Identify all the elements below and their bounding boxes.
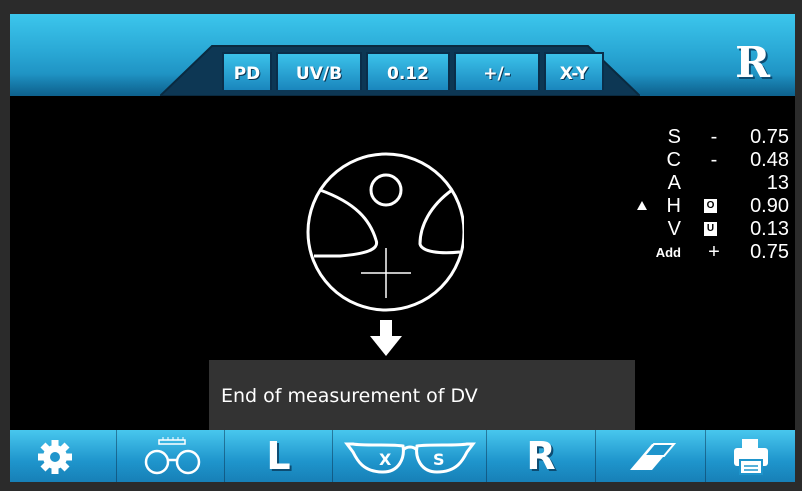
device-frame: PD UV/B 0.12 +/- X-Y R S - 0.75 C - 0.48… bbox=[0, 0, 802, 491]
lens-letter-left: X bbox=[379, 450, 392, 469]
progressive-lens-diagram bbox=[306, 152, 464, 312]
tab-threshold[interactable]: 0.12 bbox=[366, 52, 450, 90]
side-indicator: R bbox=[735, 38, 770, 87]
tab-uvb[interactable]: UV/B bbox=[276, 52, 362, 90]
status-message: End of measurement of DV bbox=[209, 360, 635, 433]
printer-icon bbox=[734, 439, 768, 475]
top-bar: PD UV/B 0.12 +/- X-Y R bbox=[10, 14, 795, 96]
tab-pd[interactable]: PD bbox=[222, 52, 272, 90]
clear-button[interactable] bbox=[596, 430, 706, 482]
gear-icon bbox=[38, 440, 72, 474]
settings-button[interactable] bbox=[10, 430, 117, 482]
pd-measure-button[interactable] bbox=[117, 430, 225, 482]
right-lens-button[interactable]: R bbox=[487, 430, 596, 482]
pd-ruler-glasses-icon bbox=[144, 437, 201, 475]
prism-base-out-badge: O bbox=[704, 199, 717, 213]
reading-sphere: S - 0.75 bbox=[667, 126, 789, 148]
reading-vertical-prism: V U 0.13 bbox=[667, 218, 789, 240]
tab-xy[interactable]: X-Y bbox=[544, 52, 604, 90]
prism-base-up-badge: U bbox=[704, 222, 717, 236]
reading-cylinder: C - 0.48 bbox=[666, 149, 789, 171]
bottom-toolbar: L X S R bbox=[10, 430, 795, 482]
reading-axis: A 13 bbox=[667, 172, 789, 194]
arrow-down-icon bbox=[370, 320, 402, 356]
eraser-icon bbox=[630, 443, 677, 470]
tab-sign[interactable]: +/- bbox=[454, 52, 540, 90]
lens-letter-right: S bbox=[433, 450, 445, 469]
lensmeter-screen: PD UV/B 0.12 +/- X-Y R S - 0.75 C - 0.48… bbox=[10, 14, 795, 482]
glasses-single-progressive-icon: X S bbox=[344, 442, 476, 474]
print-button[interactable] bbox=[706, 430, 795, 482]
reading-addition: Add + 0.75 bbox=[655, 241, 789, 263]
readings-panel: S - 0.75 C - 0.48 A 13 H O 0.90 V U 0.13… bbox=[609, 126, 789, 264]
lens-type-button[interactable]: X S bbox=[333, 430, 487, 482]
left-lens-button[interactable]: L bbox=[225, 430, 333, 482]
reading-horizontal-prism: H O 0.90 bbox=[609, 195, 789, 218]
